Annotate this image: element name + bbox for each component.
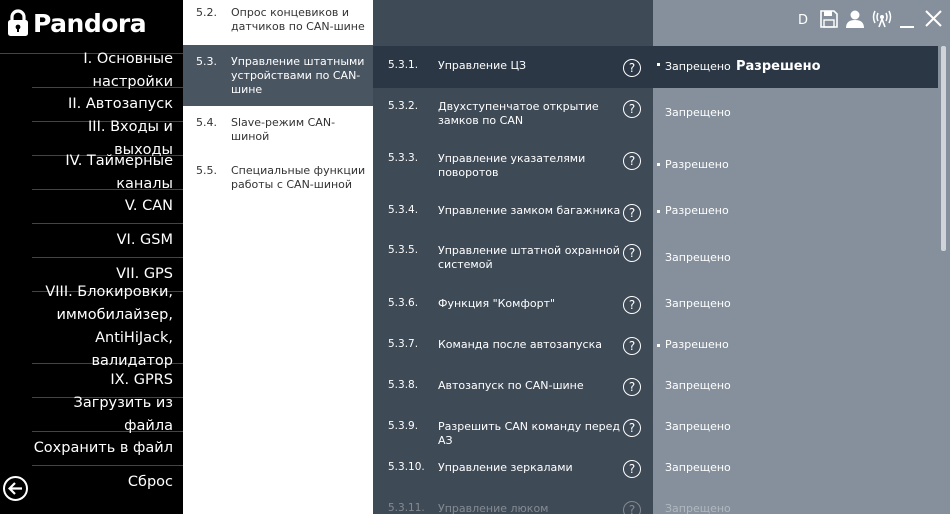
option-forbidden[interactable]: Запрещено bbox=[665, 60, 731, 73]
sidebar-item-load-file[interactable]: Загрузить из файла bbox=[32, 395, 183, 434]
setting-number: 5.3.4. bbox=[388, 204, 419, 216]
save-icon bbox=[820, 10, 838, 28]
help-button[interactable]: ? bbox=[623, 460, 641, 478]
main-sidebar: Pandora I. Основные настройки II. Автоза… bbox=[0, 0, 183, 514]
setting-label: Разрешить CAN команду перед АЗ bbox=[438, 420, 621, 447]
scrollbar[interactable] bbox=[941, 46, 946, 251]
sidebar-item-label: II. Автозапуск bbox=[68, 96, 173, 112]
help-button[interactable]: ? bbox=[623, 296, 641, 314]
help-button[interactable]: ? bbox=[623, 100, 641, 118]
setting-label: Управление замком багажника bbox=[438, 204, 621, 217]
setting-number: 5.3.8. bbox=[388, 379, 419, 391]
user-icon bbox=[846, 10, 864, 28]
brand-name: Pandora bbox=[33, 8, 147, 38]
option-value[interactable]: Разрешено bbox=[665, 204, 729, 217]
sidebar-item-label: VI. GSM bbox=[116, 232, 173, 248]
option-value[interactable]: Запрещено bbox=[665, 297, 731, 310]
pandora-logo: Pandora bbox=[6, 8, 147, 38]
help-button[interactable]: ? bbox=[623, 337, 641, 355]
option-value[interactable]: Запрещено bbox=[665, 106, 731, 119]
user-button[interactable] bbox=[845, 10, 865, 32]
minimize-icon bbox=[900, 26, 914, 28]
sidebar-item-label: VIII. Блокировки, иммобилайзер, AntiHiJa… bbox=[45, 283, 173, 369]
submenu-item-label: Slave-режим CAN-шиной bbox=[231, 116, 336, 143]
help-button[interactable]: ? bbox=[623, 244, 641, 262]
sidebar-item-label: V. CAN bbox=[124, 198, 173, 214]
setting-label: Управление штатной охранной системой bbox=[438, 244, 620, 271]
setting-number: 5.3.10. bbox=[388, 461, 425, 473]
setting-label: Управление люком bbox=[438, 502, 549, 514]
setting-number: 5.3.7. bbox=[388, 338, 419, 350]
option-bullet bbox=[657, 344, 660, 347]
setting-label: Двухступенчатое открытие замков по CAN bbox=[438, 100, 599, 127]
help-button[interactable]: ? bbox=[623, 378, 641, 396]
submenu-item-number: 5.4. bbox=[196, 116, 217, 129]
submenu-item-number: 5.2. bbox=[196, 6, 217, 19]
setting-number: 5.3.2. bbox=[388, 100, 419, 112]
option-bullet bbox=[657, 210, 660, 213]
sidebar-menu: I. Основные настройки II. Автозапуск III… bbox=[0, 51, 183, 499]
submenu-item-label: Управление штатными устройствами по CAN-… bbox=[231, 55, 365, 96]
setting-label: Управление зеркалами bbox=[438, 461, 573, 474]
setting-label: Автозапуск по CAN-шине bbox=[438, 379, 584, 392]
sidebar-item-timer-channels[interactable]: IV. Таймерные каналы bbox=[32, 153, 183, 192]
back-button[interactable] bbox=[3, 476, 28, 501]
sidebar-item-basic-settings[interactable]: I. Основные настройки bbox=[0, 51, 183, 90]
option-value[interactable]: Разрешено bbox=[665, 158, 729, 171]
minimize-button[interactable] bbox=[899, 10, 915, 32]
user-letter: D bbox=[798, 13, 809, 28]
option-value[interactable]: Запрещено bbox=[665, 251, 731, 264]
submenu-item-number: 5.5. bbox=[196, 164, 217, 177]
setting-label: Управление указателями поворотов bbox=[438, 152, 586, 179]
submenu-item-number: 5.3. bbox=[196, 55, 217, 68]
sidebar-item-gsm[interactable]: VI. GSM bbox=[32, 223, 183, 257]
sidebar-item-reset[interactable]: Сброс bbox=[32, 465, 183, 499]
antenna-signal-icon bbox=[872, 10, 892, 28]
help-button[interactable]: ? bbox=[623, 59, 641, 77]
setting-number: 5.3.11. bbox=[388, 502, 425, 514]
submenu-item-label: Опрос концевиков и датчиков по CAN-шине bbox=[231, 6, 365, 33]
arrow-left-icon bbox=[8, 482, 22, 495]
submenu-item-5-5[interactable]: 5.5. Специальные функции работы с CAN-ши… bbox=[183, 164, 373, 200]
help-button[interactable]: ? bbox=[623, 419, 641, 437]
sidebar-item-label: Сброс bbox=[127, 474, 173, 490]
sidebar-item-label: Загрузить из файла bbox=[73, 394, 173, 434]
sidebar-item-save-file[interactable]: Сохранить в файл bbox=[32, 431, 183, 465]
sidebar-item-blocking[interactable]: VIII. Блокировки, иммобилайзер, AntiHiJa… bbox=[32, 284, 183, 369]
option-value[interactable]: Разрешено bbox=[665, 338, 729, 351]
sidebar-item-label: I. Основные настройки bbox=[83, 50, 173, 90]
lock-icon bbox=[8, 9, 28, 36]
help-button[interactable]: ? bbox=[623, 501, 641, 514]
close-icon bbox=[925, 10, 942, 27]
sidebar-item-label: IX. GPRS bbox=[110, 372, 173, 388]
help-button[interactable]: ? bbox=[623, 152, 641, 170]
setting-number: 5.3.1. bbox=[388, 59, 419, 71]
setting-label: Команда после автозапуска bbox=[438, 338, 602, 351]
submenu-item-5-3[interactable]: 5.3. Управление штатными устройствами по… bbox=[183, 45, 373, 106]
submenu-panel: 5.2. Опрос концевиков и датчиков по CAN-… bbox=[183, 0, 373, 514]
sidebar-item-label: IV. Таймерные каналы bbox=[65, 152, 173, 192]
submenu-item-label: Специальные функции работы с CAN-шиной bbox=[231, 164, 366, 191]
close-button[interactable] bbox=[925, 10, 942, 32]
setting-number: 5.3.6. bbox=[388, 297, 419, 309]
option-bullet bbox=[657, 63, 660, 66]
save-button[interactable] bbox=[820, 10, 838, 32]
option-value[interactable]: Запрещено bbox=[665, 379, 731, 392]
setting-number: 5.3.9. bbox=[388, 420, 419, 432]
setting-label: Управление ЦЗ bbox=[438, 59, 527, 72]
help-button[interactable]: ? bbox=[623, 204, 641, 222]
setting-number: 5.3.3. bbox=[388, 152, 419, 164]
option-allowed[interactable]: Разрешено bbox=[736, 59, 821, 74]
setting-label: Функция "Комфорт" bbox=[438, 297, 556, 310]
option-value[interactable]: Запрещено bbox=[665, 461, 731, 474]
submenu-item-5-4[interactable]: 5.4. Slave-режим CAN-шиной bbox=[183, 116, 373, 152]
option-value[interactable]: Запрещено bbox=[665, 502, 731, 514]
setting-number: 5.3.5. bbox=[388, 244, 419, 256]
option-bullet bbox=[657, 163, 660, 166]
signal-button[interactable] bbox=[872, 10, 892, 32]
submenu-item-5-2[interactable]: 5.2. Опрос концевиков и датчиков по CAN-… bbox=[183, 6, 373, 42]
option-value[interactable]: Запрещено bbox=[665, 420, 731, 433]
sidebar-item-label: Сохранить в файл bbox=[33, 440, 173, 456]
